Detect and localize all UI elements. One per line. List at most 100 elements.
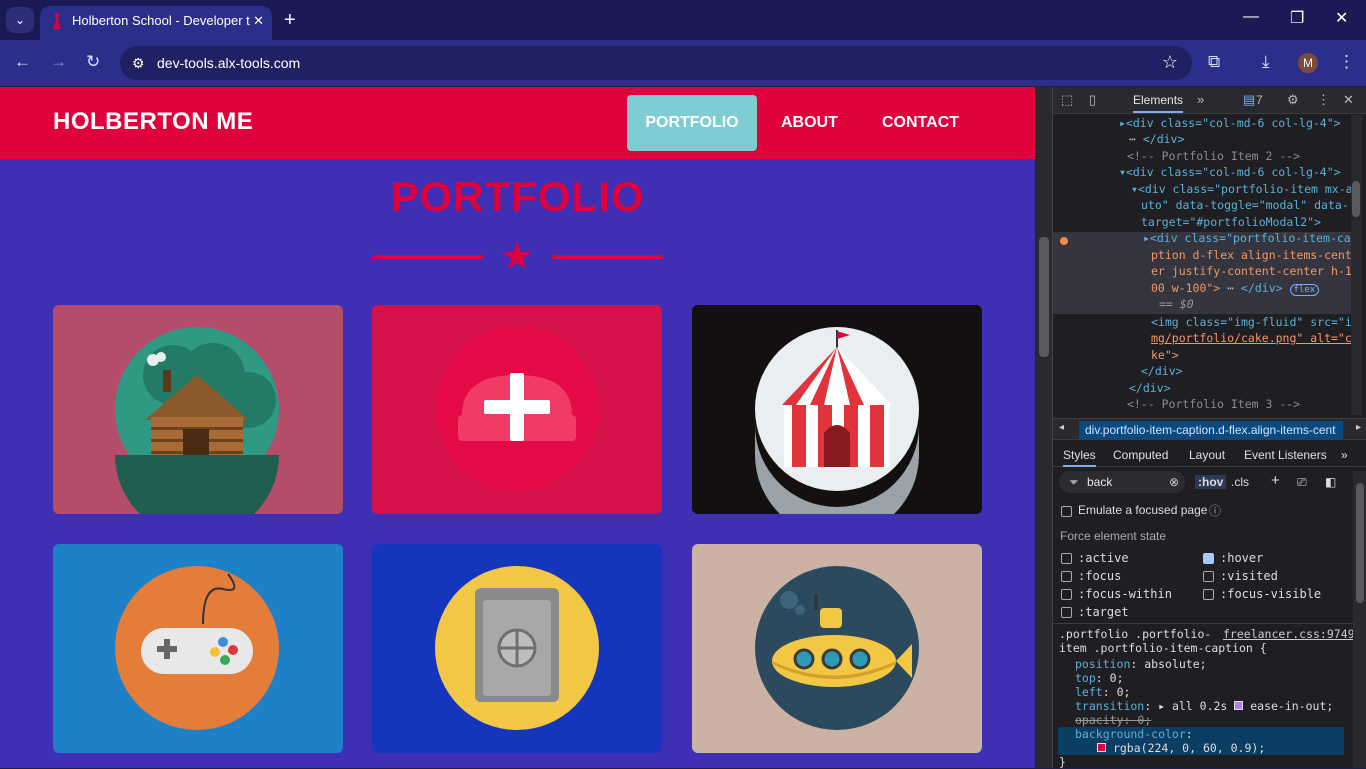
decl-position[interactable]: position: absolute; — [1075, 657, 1207, 671]
tab-search-button[interactable]: ⌄ — [6, 7, 34, 33]
portfolio-item-circus[interactable] — [692, 305, 982, 514]
state-target-label: :target — [1078, 605, 1129, 619]
dom-line[interactable]: ▾<div class="portfolio-item mx-a — [1131, 181, 1351, 198]
portfolio-item-safe[interactable] — [372, 544, 662, 753]
restore-icon[interactable]: ❐ — [1290, 8, 1304, 28]
tab-computed[interactable]: Computed — [1113, 448, 1168, 462]
window-close-icon[interactable]: ✕ — [1335, 8, 1348, 28]
nav-portfolio[interactable]: PORTFOLIO — [627, 95, 757, 151]
portfolio-item-game[interactable] — [53, 544, 343, 753]
state-focus-within-checkbox[interactable] — [1061, 589, 1072, 600]
dom-line[interactable]: ⋯ </div> — [1129, 131, 1184, 148]
dom-line-selected[interactable]: ption d-flex align-items-cent — [1151, 247, 1351, 264]
avatar[interactable]: M — [1298, 53, 1318, 73]
elements-scrollbar[interactable] — [1351, 115, 1362, 415]
dom-comment[interactable]: <!-- Portfolio Item 2 --> — [1127, 148, 1300, 165]
breadcrumb-left-icon[interactable]: ◂ — [1059, 422, 1064, 433]
dom-line[interactable]: uto" data-toggle="modal" data- — [1141, 197, 1349, 214]
color-swatch-icon[interactable] — [1097, 743, 1106, 752]
dom-line-selected[interactable]: ▸<div class="portfolio-item-ca — [1143, 230, 1351, 247]
new-tab-button[interactable]: + — [284, 7, 296, 33]
styles-scrollbar-thumb[interactable] — [1356, 483, 1364, 603]
styles-scrollbar[interactable] — [1353, 471, 1366, 768]
paint-icon[interactable]: ⎚ — [1297, 475, 1307, 490]
browser-tab-active[interactable]: Holberton School - Developer t ✕ — [40, 6, 272, 40]
tab-layout[interactable]: Layout — [1189, 448, 1225, 462]
breadcrumb-right-icon[interactable]: ▸ — [1356, 422, 1361, 433]
flex-badge[interactable]: flex — [1289, 284, 1320, 296]
dom-line[interactable]: ke"> — [1151, 347, 1179, 364]
page-scrollbar[interactable] — [1036, 87, 1052, 768]
tab-event-listeners[interactable]: Event Listeners — [1244, 448, 1327, 462]
portfolio-item-cabin[interactable] — [53, 305, 343, 514]
dom-line[interactable]: </div> — [1129, 380, 1171, 397]
nav-contact[interactable]: CONTACT — [866, 95, 975, 151]
dom-line-selected[interactable]: er justify-content-center h-1 — [1151, 263, 1351, 280]
dom-line[interactable]: <img class="img-fluid" src="i — [1151, 314, 1351, 331]
site-info-icon[interactable]: ⚙ — [132, 55, 145, 72]
bookmark-star-icon[interactable]: ☆ — [1162, 52, 1178, 73]
styles-filter-input[interactable]: ⏷ back ⊗ — [1059, 471, 1185, 493]
nav-about[interactable]: ABOUT — [765, 95, 854, 151]
decl-transition[interactable]: transition: ▸ all 0.2s ease-in-out; — [1075, 699, 1333, 713]
issues-count[interactable]: 7 — [1256, 93, 1263, 107]
new-rule-plus-icon[interactable]: + — [1271, 472, 1280, 489]
decl-background-value[interactable]: rgba(224, 0, 60, 0.9); — [1097, 741, 1265, 755]
state-active-checkbox[interactable] — [1061, 553, 1072, 564]
decl-opacity-overridden[interactable]: opacity: 0; — [1075, 713, 1151, 727]
dom-line[interactable]: mg/portfolio/cake.png" alt="ca — [1151, 330, 1351, 347]
decl-background-color[interactable]: background-color: — [1075, 727, 1193, 741]
downloads-icon[interactable]: ⤓ — [1262, 52, 1270, 72]
emulate-focus-checkbox[interactable] — [1061, 506, 1072, 517]
decl-left[interactable]: left: 0; — [1075, 685, 1130, 699]
filter-value[interactable]: back — [1087, 475, 1112, 489]
address-bar[interactable]: ⚙ dev-tools.alx-tools.com ☆ — [120, 46, 1192, 80]
forward-icon[interactable]: → — [50, 52, 67, 72]
easing-swatch-icon[interactable] — [1234, 701, 1244, 710]
breadcrumb-current[interactable]: div.portfolio-item-caption.d-flex.align-… — [1079, 421, 1343, 439]
menu-kebab-icon[interactable]: ⋮ — [1338, 52, 1355, 72]
more-tabs-icon[interactable]: » — [1197, 92, 1204, 107]
reload-icon[interactable]: ↻ — [86, 52, 100, 72]
inspect-element-icon[interactable]: ⬚ — [1061, 92, 1073, 108]
rule-selector[interactable]: .portfolio .portfolio- — [1059, 627, 1211, 641]
dom-line[interactable]: target="#portfolioModal2"> — [1141, 214, 1321, 231]
back-icon[interactable]: ← — [14, 52, 31, 72]
state-focus-checkbox[interactable] — [1061, 571, 1072, 582]
hov-toggle[interactable]: :hov — [1195, 475, 1227, 489]
dom-line[interactable]: </div> — [1141, 363, 1183, 380]
url-text[interactable]: dev-tools.alx-tools.com — [157, 55, 300, 71]
portfolio-item-submarine[interactable] — [692, 544, 982, 753]
dom-line[interactable]: ▸<div class="col-md-6 col-lg-4"> — [1119, 115, 1341, 132]
settings-gear-icon[interactable]: ⚙ — [1287, 92, 1299, 108]
extensions-icon[interactable]: ⧉ — [1208, 52, 1220, 72]
clear-filter-icon[interactable]: ⊗ — [1169, 471, 1179, 493]
page-scrollbar-thumb[interactable] — [1039, 237, 1049, 357]
elements-tree[interactable]: ▸<div class="col-md-6 col-lg-4"> ⋯ </div… — [1053, 115, 1351, 415]
tab-elements[interactable]: Elements — [1133, 93, 1184, 113]
state-target-checkbox[interactable] — [1061, 607, 1072, 618]
device-toolbar-icon[interactable]: ▯ — [1089, 92, 1096, 108]
cake-hover-overlay — [435, 327, 599, 491]
state-visited-checkbox[interactable] — [1203, 571, 1214, 582]
devtools-close-icon[interactable]: ✕ — [1343, 92, 1354, 108]
rule-source-link[interactable]: freelancer.css:9749 — [1223, 627, 1355, 641]
help-icon[interactable]: ⓘ — [1209, 502, 1221, 519]
site-brand[interactable]: HOLBERTON ME — [53, 108, 253, 136]
portfolio-item-cake[interactable] — [372, 305, 662, 514]
tab-close-button[interactable]: ✕ — [253, 6, 264, 36]
decl-top[interactable]: top: 0; — [1075, 671, 1124, 685]
rule-selector-cont[interactable]: item .portfolio-item-caption { — [1059, 641, 1267, 655]
devtools-menu-icon[interactable]: ⋮ — [1317, 92, 1330, 108]
state-focus-visible-checkbox[interactable] — [1203, 589, 1214, 600]
more-subtabs-icon[interactable]: » — [1341, 448, 1348, 462]
issues-icon[interactable]: ▤ — [1243, 92, 1255, 108]
sidebar-toggle-icon[interactable]: ◧ — [1325, 475, 1336, 489]
tab-styles[interactable]: Styles — [1063, 448, 1096, 467]
cls-toggle[interactable]: .cls — [1231, 475, 1249, 489]
state-hover-checkbox[interactable] — [1203, 553, 1214, 564]
dom-line[interactable]: ▾<div class="col-md-6 col-lg-4"> — [1119, 164, 1341, 181]
dom-comment[interactable]: <!-- Portfolio Item 3 --> — [1127, 396, 1300, 413]
elements-scrollbar-thumb[interactable] — [1352, 181, 1360, 217]
minimize-icon[interactable]: — — [1243, 8, 1259, 26]
